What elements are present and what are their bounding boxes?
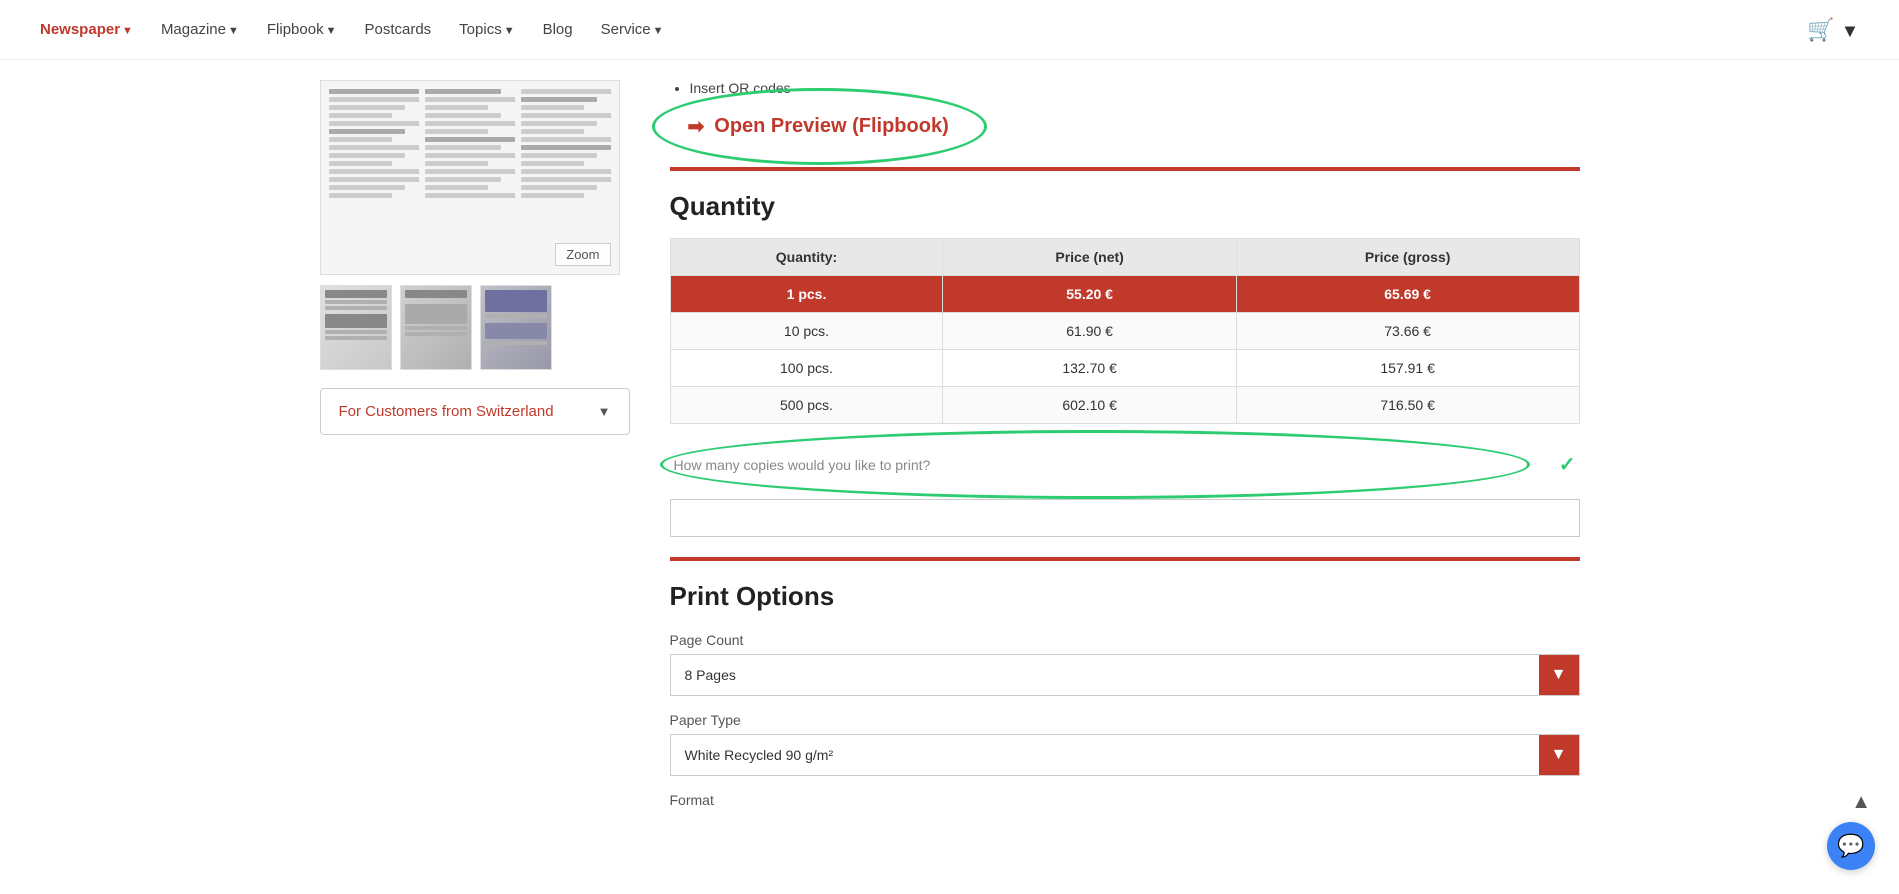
navbar: Newspaper▼ Magazine▼ Flipbook▼ Postcards… (0, 0, 1899, 60)
chevron-down-icon: ▼ (653, 25, 664, 37)
thumbnail-1[interactable] (320, 285, 392, 370)
left-panel: Zoom (320, 80, 630, 814)
gross-price-cell: 716.50 € (1236, 387, 1579, 424)
net-price-cell: 132.70 € (943, 350, 1236, 387)
preview-oval-container: ➡ Open Preview (Flipbook) (670, 106, 967, 147)
col-price-net-header: Price (net) (943, 239, 1236, 276)
net-price-cell: 61.90 € (943, 313, 1236, 350)
chevron-down-icon: ▼ (122, 25, 133, 37)
preview-bullet: Insert QR codes (690, 80, 1580, 96)
open-preview-button[interactable]: ➡ Open Preview (Flipbook) (670, 106, 967, 147)
chevron-down-icon: ▼ (504, 25, 515, 37)
nav-magazine[interactable]: Magazine▼ (161, 21, 239, 38)
page-count-select[interactable]: 8 Pages ▼ (670, 654, 1580, 696)
chat-bubble[interactable]: 💬 (1827, 822, 1875, 870)
paper-type-value: White Recycled 90 g/m² (671, 737, 1539, 773)
quantity-table: Quantity: Price (net) Price (gross) 1 pc… (670, 238, 1580, 424)
cart-icon[interactable]: 🛒 ▼ (1807, 17, 1859, 43)
nav-topics[interactable]: Topics▼ (459, 21, 514, 38)
qty-cell: 1 pcs. (670, 276, 943, 313)
red-divider-top (670, 167, 1580, 171)
page-count-dropdown-arrow[interactable]: ▼ (1539, 655, 1579, 695)
paper-type-dropdown-arrow[interactable]: ▼ (1539, 735, 1579, 775)
checkmark-icon: ✓ (1559, 452, 1576, 477)
right-panel: Insert QR codes ➡ Open Preview (Flipbook… (670, 80, 1580, 814)
red-divider-bottom (670, 557, 1580, 561)
nav-blog[interactable]: Blog (543, 21, 573, 38)
nav-newspaper[interactable]: Newspaper▼ (40, 21, 133, 38)
quantity-input-placeholder: How many copies would you like to print? (674, 457, 1559, 473)
chevron-down-icon: ▼ (228, 25, 239, 37)
arrow-right-icon: ➡ (688, 114, 705, 139)
qty-cell: 500 pcs. (670, 387, 943, 424)
quantity-title: Quantity (670, 191, 1580, 222)
gross-price-cell: 65.69 € (1236, 276, 1579, 313)
net-price-cell: 55.20 € (943, 276, 1236, 313)
col-quantity-header: Quantity: (670, 239, 943, 276)
thumbnail-3[interactable] (480, 285, 552, 370)
nav-flipbook[interactable]: Flipbook▼ (267, 21, 337, 38)
nav-links: Newspaper▼ Magazine▼ Flipbook▼ Postcards… (40, 17, 1859, 43)
qty-cell: 10 pcs. (670, 313, 943, 350)
paper-type-select[interactable]: White Recycled 90 g/m² ▼ (670, 734, 1580, 776)
preview-section: Insert QR codes ➡ Open Preview (Flipbook… (670, 80, 1580, 147)
zoom-button[interactable]: Zoom (555, 243, 610, 266)
thumbnail-2[interactable] (400, 285, 472, 370)
product-main-image: Zoom (320, 80, 620, 275)
chevron-down-icon: ▼ (326, 25, 337, 37)
print-options-title: Print Options (670, 581, 1580, 612)
swiss-customers-box[interactable]: For Customers from Switzerland ▼ (320, 388, 630, 435)
nav-postcards[interactable]: Postcards (364, 21, 431, 38)
swiss-label: For Customers from Switzerland (339, 403, 554, 420)
thumbnail-row (320, 285, 630, 370)
quantity-table-row[interactable]: 100 pcs. 132.70 € 157.91 € (670, 350, 1579, 387)
col-price-gross-header: Price (gross) (1236, 239, 1579, 276)
scroll-top-arrow[interactable]: ▲ (1851, 791, 1871, 814)
gross-price-cell: 157.91 € (1236, 350, 1579, 387)
quantity-input[interactable] (670, 499, 1580, 537)
page-count-value: 8 Pages (671, 657, 1539, 693)
print-options-section: Print Options Page Count 8 Pages ▼ Paper… (670, 581, 1580, 808)
format-label: Format (670, 792, 1580, 808)
open-preview-label: Open Preview (Flipbook) (714, 115, 948, 138)
quantity-section: Quantity Quantity: Price (net) Price (gr… (670, 191, 1580, 537)
chevron-down-icon: ▼ (598, 404, 611, 419)
quantity-table-row[interactable]: 1 pcs. 55.20 € 65.69 € (670, 276, 1579, 313)
nav-service[interactable]: Service▼ (601, 21, 664, 38)
main-container: Zoom (300, 60, 1600, 834)
net-price-cell: 602.10 € (943, 387, 1236, 424)
quantity-table-row[interactable]: 10 pcs. 61.90 € 73.66 € (670, 313, 1579, 350)
gross-price-cell: 73.66 € (1236, 313, 1579, 350)
paper-type-label: Paper Type (670, 712, 1580, 728)
qty-cell: 100 pcs. (670, 350, 943, 387)
quantity-table-row[interactable]: 500 pcs. 602.10 € 716.50 € (670, 387, 1579, 424)
page-count-label: Page Count (670, 632, 1580, 648)
